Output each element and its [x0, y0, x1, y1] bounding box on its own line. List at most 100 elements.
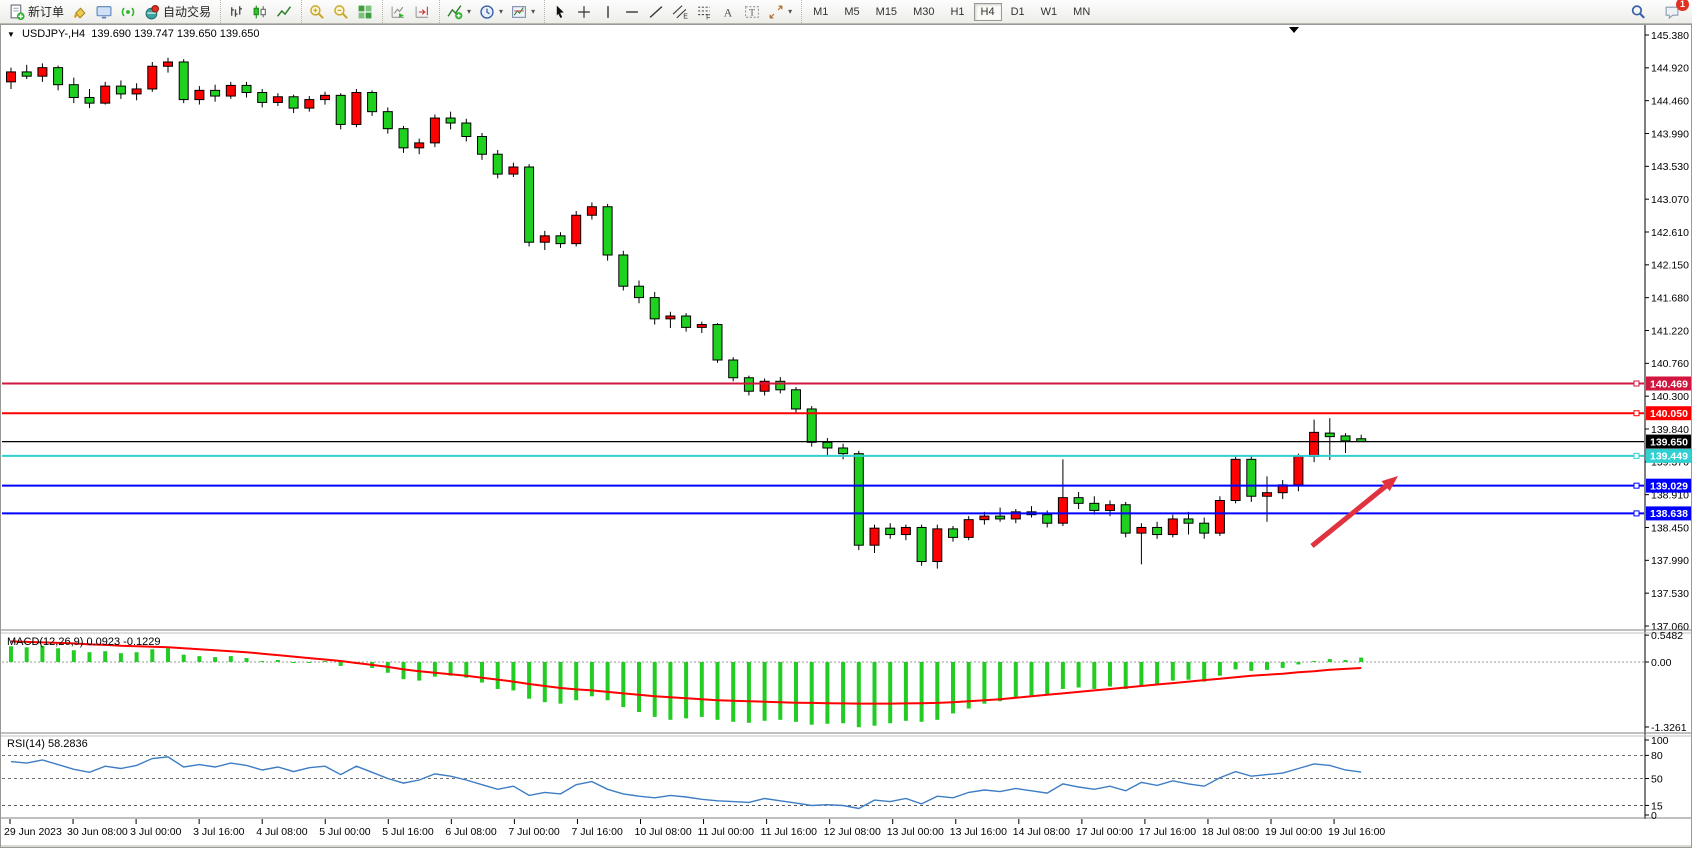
line-handle[interactable]	[1634, 483, 1639, 488]
macd-bar	[778, 662, 782, 720]
price-axis[interactable]: 145.380144.920144.460143.990143.530143.0…	[1645, 25, 1692, 819]
line-chart-button[interactable]	[272, 2, 296, 22]
equidistant-channel-button[interactable]: E	[668, 2, 692, 22]
bucket-button[interactable]	[68, 2, 92, 22]
macd-bar	[998, 662, 1002, 701]
svg-text:11 Jul 00:00: 11 Jul 00:00	[698, 826, 755, 838]
price-badge: 140.469	[1646, 376, 1692, 390]
candle	[1341, 436, 1350, 441]
candle	[7, 72, 16, 82]
line-handle[interactable]	[1634, 511, 1639, 516]
line-handle[interactable]	[1634, 381, 1639, 386]
macd-bar	[637, 662, 641, 712]
time-axis[interactable]: 29 Jun 202330 Jun 08:003 Jul 00:003 Jul …	[0, 819, 1692, 846]
timeframe-mn-button[interactable]: MN	[1066, 3, 1097, 21]
svg-text:80: 80	[1651, 750, 1663, 762]
zoom-out-button[interactable]	[329, 2, 353, 22]
macd-bar	[1234, 662, 1238, 669]
timeframe-m1-button[interactable]: M1	[806, 3, 835, 21]
macd-bar	[606, 662, 610, 700]
timeframe-d1-button[interactable]: D1	[1004, 3, 1032, 21]
macd-bar	[480, 662, 484, 683]
periods-button[interactable]: ▾	[475, 2, 507, 22]
candle	[211, 90, 220, 96]
tile-windows-button[interactable]	[353, 2, 377, 22]
candle	[697, 325, 706, 328]
timeframe-m15-button[interactable]: M15	[869, 3, 904, 21]
notifications-button[interactable]: 1	[1660, 2, 1684, 22]
text-label-icon: T	[744, 4, 760, 20]
horizontal-line-button[interactable]	[620, 2, 644, 22]
svg-text:139.650: 139.650	[1650, 436, 1688, 448]
crosshair-button[interactable]	[572, 2, 596, 22]
fibonacci-icon: F	[696, 4, 712, 20]
svg-text:3 Jul 00:00: 3 Jul 00:00	[130, 826, 182, 838]
auto-scroll-icon	[390, 4, 406, 20]
macd-bar	[1359, 658, 1363, 662]
candle	[352, 93, 361, 125]
timeframe-toolbar: M1M5M15M30H1H4D1W1MN	[801, 0, 1101, 23]
timeframe-w1-button[interactable]: W1	[1034, 3, 1065, 21]
vertical-line-button[interactable]	[596, 2, 620, 22]
macd-bar	[574, 662, 578, 700]
fibonacci-button[interactable]: F	[692, 2, 716, 22]
bar-chart-button[interactable]	[224, 2, 248, 22]
line-handle[interactable]	[1634, 411, 1639, 416]
timeframe-m5-button[interactable]: M5	[837, 3, 866, 21]
periods-icon	[479, 4, 495, 20]
timeframe-m30-button[interactable]: M30	[906, 3, 941, 21]
toolbar-group: 新订单 自动交易	[2, 0, 218, 23]
candle-chart-button[interactable]	[248, 2, 272, 22]
candle	[289, 97, 298, 108]
new-order-button[interactable]: 新订单	[5, 1, 68, 22]
candle	[525, 167, 534, 242]
profiles-button[interactable]	[92, 2, 116, 22]
vertical-line-icon	[600, 4, 616, 20]
candle	[1263, 493, 1272, 497]
svg-text:13 Jul 00:00: 13 Jul 00:00	[887, 826, 944, 838]
chart-shift-marker[interactable]	[1289, 27, 1299, 33]
macd-bar	[1124, 662, 1128, 689]
macd-bar	[825, 662, 829, 724]
macd-bar	[1108, 662, 1112, 687]
candle	[179, 62, 188, 100]
line-handle[interactable]	[1634, 453, 1639, 458]
text-label-button[interactable]: T	[740, 2, 764, 22]
macd-bar	[1061, 662, 1065, 689]
chart-shift-icon	[414, 4, 430, 20]
macd-bar	[1171, 662, 1175, 681]
trend-line-button[interactable]	[644, 2, 668, 22]
zoom-in-button[interactable]	[305, 2, 329, 22]
search-button[interactable]	[1626, 2, 1650, 22]
chart-canvas[interactable]: 145.380144.920144.460143.990143.530143.0…	[0, 24, 1692, 848]
price-badge: 139.029	[1646, 479, 1692, 493]
candle	[148, 66, 157, 89]
svg-text:A: A	[724, 6, 733, 19]
rsi-pane[interactable]: 1008050150	[2, 735, 1669, 822]
svg-text:141.220: 141.220	[1651, 325, 1689, 337]
macd-bar	[1312, 661, 1316, 662]
timeframe-h1-button[interactable]: H1	[943, 3, 971, 21]
svg-text:100: 100	[1651, 735, 1669, 747]
arrows-button[interactable]: ▾	[764, 2, 796, 22]
macd-pane[interactable]: 0.54820.00-1.3261	[2, 630, 1687, 734]
bar-chart-icon	[228, 4, 244, 20]
text-button[interactable]: A	[716, 2, 740, 22]
timeframe-h4-button[interactable]: H4	[974, 3, 1002, 21]
crosshair-icon	[576, 4, 592, 20]
auto-trading-button[interactable]: 自动交易	[140, 1, 215, 22]
chart-shift-button[interactable]	[410, 2, 434, 22]
macd-bar	[731, 662, 735, 722]
text-icon: A	[720, 4, 736, 20]
macd-bar	[920, 662, 924, 722]
cursor-button[interactable]	[548, 2, 572, 22]
auto-scroll-button[interactable]	[386, 2, 410, 22]
candle	[839, 448, 848, 454]
templates-button[interactable]: ▾	[507, 2, 539, 22]
indicators-button[interactable]: ▾	[443, 2, 475, 22]
macd-bar	[794, 662, 798, 722]
equidistant-channel-icon: E	[672, 4, 688, 20]
signal-button[interactable]	[116, 2, 140, 22]
svg-text:18 Jul 08:00: 18 Jul 08:00	[1202, 826, 1259, 838]
candle	[85, 97, 94, 103]
